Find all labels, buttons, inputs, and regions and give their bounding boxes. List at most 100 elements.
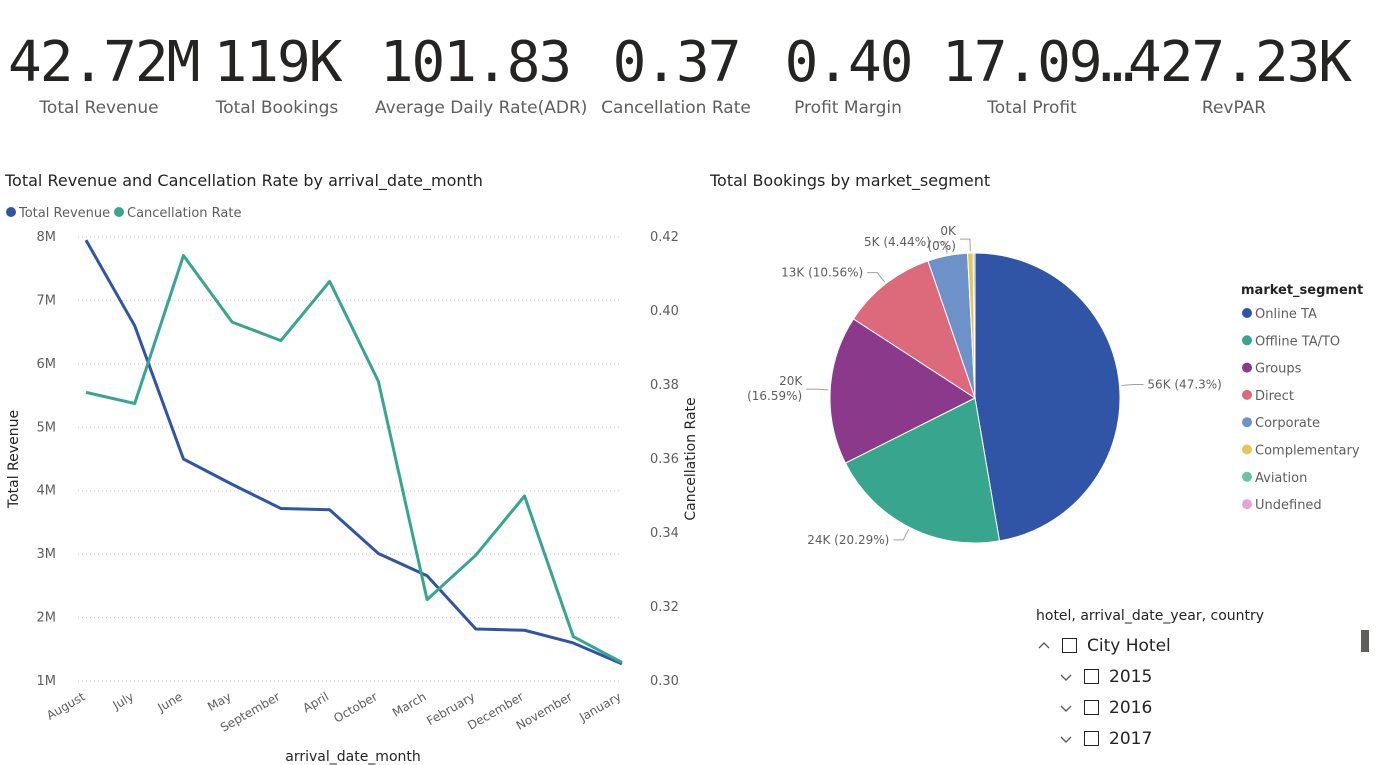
legend-marker xyxy=(1242,362,1252,373)
kpi-value: 0.40 xyxy=(784,30,914,95)
kpi-value: 17.09… xyxy=(942,30,1134,95)
pie-chart[interactable]: 56K (47.3%) 24K (20.29%) 20K(16.59%) 13K (1… xyxy=(700,195,1368,625)
chevron-down-icon[interactable] xyxy=(1058,700,1074,716)
kpi-profit-margin: 0.40 Profit Margin xyxy=(778,28,918,118)
kpi-value: 0.37 xyxy=(612,30,742,95)
x-tick-label: May xyxy=(205,689,233,714)
y-axis-title: Total Revenue xyxy=(6,410,22,509)
left-tick-label: 7M xyxy=(37,293,57,308)
pie-data-label: 56K (47.3%) xyxy=(1147,378,1221,392)
slicer-item-2017[interactable]: 2017 xyxy=(1036,723,1336,754)
legend-marker xyxy=(114,207,124,217)
checkbox[interactable] xyxy=(1084,700,1099,715)
data-point xyxy=(328,508,331,511)
data-point xyxy=(621,661,624,664)
data-point xyxy=(572,635,575,638)
pie-data-label: (0%) xyxy=(927,239,955,253)
kpi-label: RevPAR xyxy=(1201,98,1267,118)
data-point xyxy=(133,324,136,327)
kpi-total-revenue: 42.72M Total Revenue xyxy=(8,28,200,118)
kpi-value: 101.83 xyxy=(379,30,572,95)
kpi-label: Total Bookings xyxy=(215,98,339,118)
kpi-value: 427.23K xyxy=(1128,30,1352,95)
right-tick-label: 0.36 xyxy=(650,452,679,467)
leader-line xyxy=(867,272,886,283)
legend-label: Cancellation Rate xyxy=(127,206,241,221)
scrollbar[interactable] xyxy=(1359,36,1371,765)
data-point xyxy=(377,380,380,383)
chevron-up-icon[interactable] xyxy=(1036,638,1052,654)
kpi-value: 119K xyxy=(213,30,343,95)
pie-data-label: (16.59%) xyxy=(747,389,802,403)
left-tick-label: 8M xyxy=(37,230,57,245)
checkbox[interactable] xyxy=(1084,669,1099,684)
checkbox[interactable] xyxy=(1062,638,1077,653)
kpi-value: 42.72M xyxy=(8,30,200,95)
kpi-label: Profit Margin xyxy=(794,98,902,118)
kpi-label: Total Revenue xyxy=(39,98,159,118)
legend-label: Total Revenue xyxy=(18,206,110,221)
legend-marker xyxy=(1242,444,1252,455)
left-tick-label: 5M xyxy=(37,420,57,435)
left-tick-label: 4M xyxy=(37,484,57,499)
data-point xyxy=(523,495,526,498)
line-chart[interactable]: Total Revenue Cancellation Rate 8M 7M 6M 5M 4M… xyxy=(0,175,700,765)
legend-marker xyxy=(6,207,16,217)
data-point xyxy=(426,598,429,601)
x-tick-label: March xyxy=(390,689,429,719)
left-tick-label: 6M xyxy=(37,357,57,372)
legend-marker xyxy=(1242,389,1252,400)
checkbox[interactable] xyxy=(1084,731,1099,746)
legend-marker xyxy=(1242,335,1252,346)
data-point xyxy=(328,280,331,283)
pie-data-label: 0K xyxy=(940,224,957,238)
data-point xyxy=(279,339,282,342)
left-tick-label: 1M xyxy=(37,674,57,689)
slicer-item-2015[interactable]: 2015 xyxy=(1036,661,1336,692)
legend-marker xyxy=(1242,417,1252,428)
scrollbar-thumb[interactable] xyxy=(1361,630,1369,652)
slicer-item-label: 2016 xyxy=(1109,697,1153,718)
kpi-total-profit: 17.09… Total Profit xyxy=(942,28,1134,118)
data-point xyxy=(85,391,88,394)
slicer-title: hotel, arrival_date_year, country xyxy=(1036,608,1265,624)
x-tick-label: October xyxy=(331,689,380,725)
data-point xyxy=(182,254,185,257)
slicer-item-2016[interactable]: 2016 xyxy=(1036,692,1336,723)
legend-marker xyxy=(1242,499,1252,510)
data-point xyxy=(231,321,234,324)
hierarchy-slicer: hotel, arrival_date_year, country City H… xyxy=(1036,608,1336,754)
data-point xyxy=(474,627,477,630)
legend-label: Offline TA/TO xyxy=(1255,334,1340,349)
chevron-down-icon[interactable] xyxy=(1058,669,1074,685)
right-tick-label: 0.42 xyxy=(650,230,679,245)
data-point xyxy=(572,641,575,644)
leader-line xyxy=(1121,384,1144,387)
kpi-label: Total Profit xyxy=(987,98,1077,118)
legend-marker xyxy=(1242,308,1252,318)
slicer-item-label: 2017 xyxy=(1109,728,1153,749)
legend-title: market_segment xyxy=(1241,283,1363,298)
kpi-revpar: 427.23K RevPAR xyxy=(1128,28,1352,118)
data-point xyxy=(133,402,136,405)
data-point xyxy=(523,629,526,632)
data-point xyxy=(377,552,380,555)
slicer-item-label: 2015 xyxy=(1109,666,1153,687)
legend-label: Undefined xyxy=(1255,498,1322,513)
chevron-down-icon[interactable] xyxy=(1058,731,1074,747)
kpi-label: Average Daily Rate(ADR) xyxy=(375,98,588,118)
x-tick-label: July xyxy=(110,689,137,712)
legend-label: Aviation xyxy=(1255,471,1307,486)
legend-label: Online TA xyxy=(1255,307,1317,322)
right-tick-label: 0.34 xyxy=(650,526,679,541)
slicer-item-label: City Hotel xyxy=(1087,635,1171,656)
x-tick-label: January xyxy=(576,689,623,724)
legend-label: Groups xyxy=(1255,362,1302,377)
legend-label: Direct xyxy=(1255,389,1294,404)
pie-slice-online-ta xyxy=(974,252,1121,542)
data-point xyxy=(182,458,185,461)
x-tick-label: June xyxy=(154,689,185,715)
slicer-item-city-hotel[interactable]: City Hotel xyxy=(1036,630,1336,661)
right-tick-label: 0.32 xyxy=(650,600,679,615)
data-point xyxy=(474,554,477,557)
